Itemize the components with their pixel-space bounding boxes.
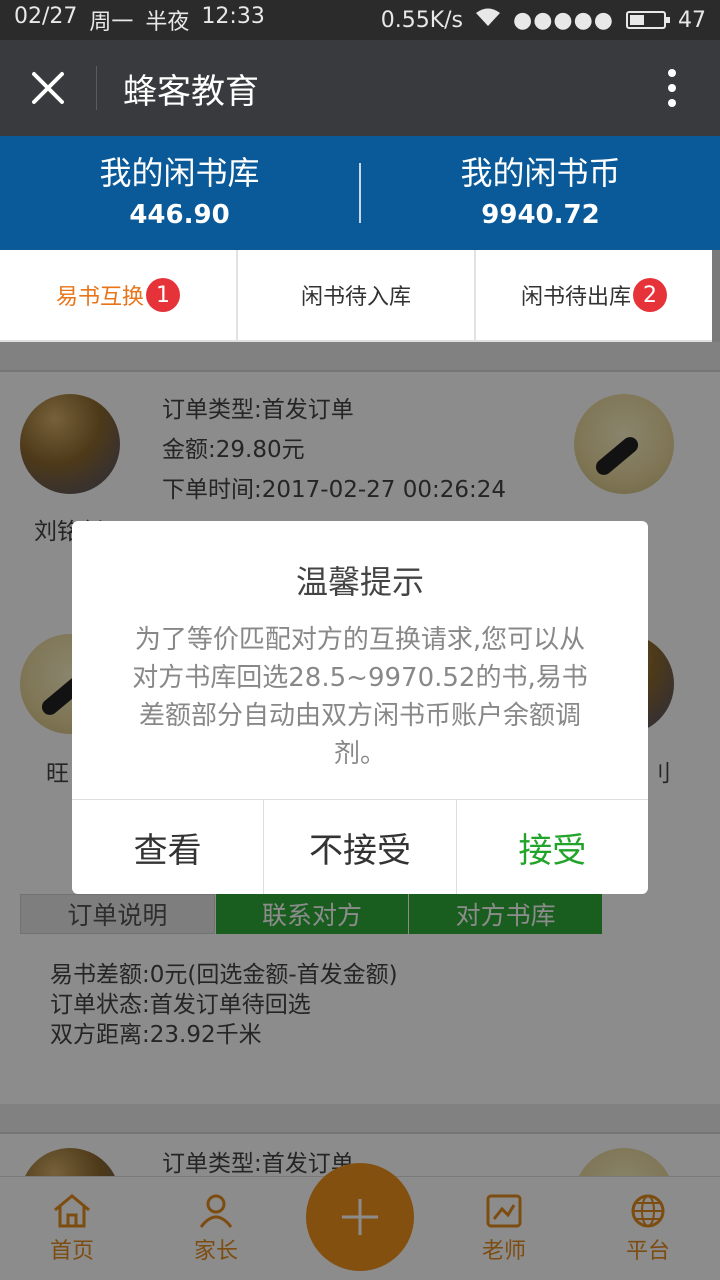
accept-button[interactable]: 接受 xyxy=(457,800,648,894)
coin-label: 我的闲书币 xyxy=(460,154,621,192)
status-bar: 02/27 周一 半夜 12:33 0.55K/s ●●●●● 47 xyxy=(0,0,720,40)
tab-label: 闲书待入库 xyxy=(300,285,411,310)
tab-label: 易书互换 xyxy=(55,285,144,310)
reject-button[interactable]: 不接受 xyxy=(264,800,457,894)
page-title: 蜂客教育 xyxy=(123,71,259,112)
more-button[interactable] xyxy=(624,40,720,136)
tab-book-exchange[interactable]: 易书互换 1 xyxy=(0,250,238,340)
network-speed: 0.55K/s xyxy=(380,7,464,33)
library-value: 446.90 xyxy=(129,200,230,230)
tab-badge: 1 xyxy=(146,278,180,312)
wifi-icon xyxy=(475,7,501,33)
title-bar: 蜂客教育 xyxy=(0,40,720,136)
coin-balance[interactable]: 我的闲书币 9940.72 xyxy=(361,153,720,233)
close-icon xyxy=(32,72,64,104)
dialog-buttons: 查看 不接受 接受 xyxy=(72,799,648,894)
view-button[interactable]: 查看 xyxy=(72,800,265,894)
signal-icon: ●●●●● xyxy=(513,7,614,33)
tab-pending-in[interactable]: 闲书待入库 xyxy=(238,250,476,340)
more-vertical-icon xyxy=(668,69,676,107)
tab-bar: 易书互换 1 闲书待入库 闲书待出库 2 xyxy=(0,250,712,342)
battery-level: 47 xyxy=(678,7,706,33)
coin-value: 9940.72 xyxy=(481,200,600,230)
status-date: 02/27 xyxy=(14,4,78,29)
title-divider xyxy=(96,66,97,110)
library-balance[interactable]: 我的闲书库 446.90 xyxy=(0,153,359,233)
tab-label: 闲书待出库 xyxy=(520,285,631,310)
battery-icon xyxy=(626,11,670,29)
tab-badge: 2 xyxy=(633,278,667,312)
status-weekday: 周一 xyxy=(89,10,134,35)
balance-bar: 我的闲书库 446.90 我的闲书币 9940.72 xyxy=(0,136,720,250)
scrollbar[interactable] xyxy=(712,250,720,342)
status-period: 半夜 xyxy=(145,10,190,35)
status-time: 12:33 xyxy=(201,4,265,29)
tab-pending-out[interactable]: 闲书待出库 2 xyxy=(476,250,712,340)
notice-dialog: 温馨提示 为了等价匹配对方的互换请求,您可以从对方书库回选28.5~9970.5… xyxy=(72,521,648,894)
close-button[interactable] xyxy=(0,40,96,136)
dialog-title: 温馨提示 xyxy=(295,563,424,601)
dialog-message: 为了等价匹配对方的互换请求,您可以从对方书库回选28.5~9970.52的书,易… xyxy=(132,625,588,769)
library-label: 我的闲书库 xyxy=(99,154,260,192)
